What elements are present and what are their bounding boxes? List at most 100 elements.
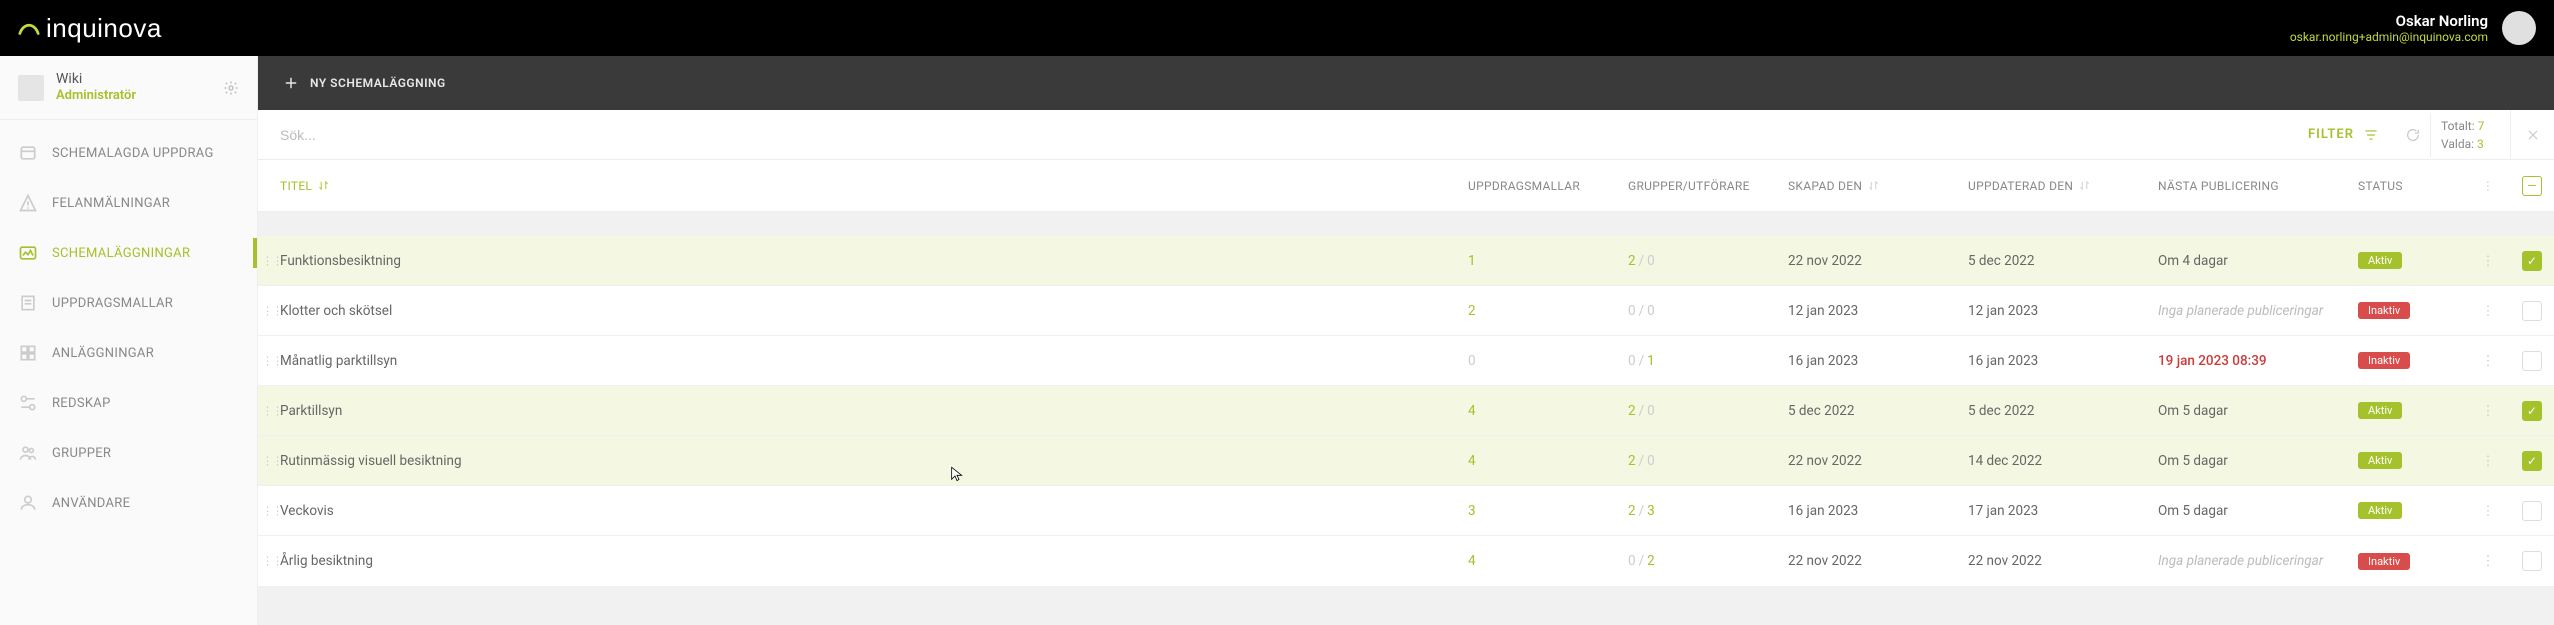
refresh-icon[interactable] bbox=[2396, 127, 2430, 143]
nav: SCHEMALAGDA UPPDRAGFELANMÄLNINGAR SCHEMAL… bbox=[0, 120, 257, 528]
user-email: oskar.norling+admin@inquinova.com bbox=[2290, 30, 2488, 44]
sidebar-item-label: SCHEMALÄGGNINGAR bbox=[52, 246, 190, 261]
sidebar: Wiki Administratör SCHEMALAGDA UPPDRAGFE… bbox=[0, 56, 258, 625]
search-input[interactable] bbox=[280, 127, 2290, 143]
nav-icon bbox=[18, 393, 38, 413]
row-menu-icon[interactable]: ⋮ bbox=[2466, 303, 2510, 319]
cell-next: 19 jan 2023 08:39 bbox=[2158, 353, 2267, 369]
table-row[interactable]: ⋮⋮Rutinmässig visuell besiktning42/022 n… bbox=[258, 436, 2554, 486]
header-menu[interactable]: ⋮ bbox=[2466, 179, 2510, 193]
table-header: TITEL UPPDRAGSMALLAR GRUPPER/UTFÖRARE SK… bbox=[258, 160, 2554, 212]
nav-icon bbox=[18, 343, 38, 363]
cell-created: 12 jan 2023 bbox=[1778, 303, 1958, 319]
row-menu-icon[interactable]: ⋮ bbox=[2466, 403, 2510, 419]
table-row[interactable]: ⋮⋮Årlig besiktning40/222 nov 202222 nov … bbox=[258, 536, 2554, 586]
sidebar-item-1[interactable]: FELANMÄLNINGAR bbox=[0, 178, 257, 228]
user-menu[interactable]: Oskar Norling oskar.norling+admin@inquin… bbox=[2290, 11, 2536, 45]
row-checkbox[interactable]: ✓ bbox=[2522, 451, 2542, 471]
row-checkbox[interactable] bbox=[2522, 301, 2542, 321]
cell-created: 5 dec 2022 bbox=[1778, 403, 1958, 419]
cell-templates: 4 bbox=[1468, 553, 1476, 569]
cell-groups: 0/1 bbox=[1618, 353, 1778, 369]
cell-next: Om 5 dagar bbox=[2158, 403, 2228, 419]
user-name: Oskar Norling bbox=[2290, 12, 2488, 30]
status-badge: Inaktiv bbox=[2358, 352, 2410, 369]
sidebar-item-3[interactable]: UPPDRAGSMALLAR bbox=[0, 278, 257, 328]
sidebar-item-label: GRUPPER bbox=[52, 446, 111, 461]
selected-label: Valda: bbox=[2441, 137, 2474, 151]
drag-handle-icon[interactable]: ⋮⋮ bbox=[262, 555, 274, 568]
sidebar-item-7[interactable]: ANVÄNDARE bbox=[0, 478, 257, 528]
row-checkbox[interactable] bbox=[2522, 551, 2542, 571]
drag-handle-icon[interactable]: ⋮⋮ bbox=[262, 304, 274, 317]
status-badge: Aktiv bbox=[2358, 452, 2402, 469]
sidebar-item-6[interactable]: GRUPPER bbox=[0, 428, 257, 478]
row-checkbox[interactable]: ✓ bbox=[2522, 401, 2542, 421]
cell-updated: 5 dec 2022 bbox=[1958, 403, 2148, 419]
cell-templates: 2 bbox=[1468, 303, 1476, 319]
nav-icon bbox=[18, 493, 38, 513]
nav-icon bbox=[18, 143, 38, 163]
row-menu-icon[interactable]: ⋮ bbox=[2466, 253, 2510, 269]
gear-icon[interactable] bbox=[223, 80, 239, 96]
header-updated[interactable]: UPPDATERAD DEN bbox=[1958, 179, 2148, 193]
nav-icon bbox=[18, 293, 38, 313]
drag-handle-icon[interactable]: ⋮⋮ bbox=[262, 404, 274, 417]
row-checkbox[interactable] bbox=[2522, 501, 2542, 521]
sidebar-item-label: ANLÄGGNINGAR bbox=[52, 346, 154, 361]
header-select-all[interactable]: — bbox=[2510, 176, 2554, 196]
row-menu-icon[interactable]: ⋮ bbox=[2466, 553, 2510, 569]
table-row[interactable]: ⋮⋮Månatlig parktillsyn00/116 jan 202316 … bbox=[258, 336, 2554, 386]
drag-handle-icon[interactable]: ⋮⋮ bbox=[262, 254, 274, 267]
cell-updated: 5 dec 2022 bbox=[1958, 253, 2148, 269]
sidebar-header[interactable]: Wiki Administratör bbox=[0, 56, 257, 120]
header-status[interactable]: STATUS bbox=[2348, 179, 2466, 193]
drag-handle-icon[interactable]: ⋮⋮ bbox=[262, 454, 274, 467]
sort-icon bbox=[318, 180, 329, 191]
drag-handle-icon[interactable]: ⋮⋮ bbox=[262, 354, 274, 367]
workspace-thumb bbox=[18, 75, 44, 101]
close-icon[interactable] bbox=[2510, 110, 2554, 159]
filter-button[interactable]: FILTER bbox=[2290, 127, 2396, 142]
sidebar-item-5[interactable]: REDSKAP bbox=[0, 378, 257, 428]
cell-created: 16 jan 2023 bbox=[1778, 503, 1958, 519]
table-row[interactable]: ⋮⋮Veckovis32/316 jan 202317 jan 2023Om 5… bbox=[258, 486, 2554, 536]
table-row[interactable]: ⋮⋮Klotter och skötsel20/012 jan 202312 j… bbox=[258, 286, 2554, 336]
row-checkbox[interactable] bbox=[2522, 351, 2542, 371]
cell-templates: 4 bbox=[1468, 403, 1476, 419]
header-groups[interactable]: GRUPPER/UTFÖRARE bbox=[1618, 179, 1778, 193]
row-menu-icon[interactable]: ⋮ bbox=[2466, 353, 2510, 369]
cell-templates: 0 bbox=[1468, 353, 1476, 369]
cell-updated: 14 dec 2022 bbox=[1958, 453, 2148, 469]
sidebar-item-4[interactable]: ANLÄGGNINGAR bbox=[0, 328, 257, 378]
avatar[interactable] bbox=[2502, 11, 2536, 45]
row-menu-icon[interactable]: ⋮ bbox=[2466, 503, 2510, 519]
header-created[interactable]: SKAPAD DEN bbox=[1778, 179, 1958, 193]
brand-logo[interactable]: inquinova bbox=[18, 13, 162, 44]
cell-title: Funktionsbesiktning bbox=[258, 253, 1458, 269]
total-label: Totalt: bbox=[2441, 119, 2475, 133]
cell-next: Om 5 dagar bbox=[2158, 453, 2228, 469]
cell-next: Inga planerade publiceringar bbox=[2158, 553, 2323, 569]
status-badge: Aktiv bbox=[2358, 502, 2402, 519]
header-next[interactable]: NÄSTA PUBLICERING bbox=[2148, 179, 2348, 193]
row-checkbox[interactable]: ✓ bbox=[2522, 251, 2542, 271]
cell-groups: 2/0 bbox=[1618, 453, 1778, 469]
sidebar-item-2[interactable]: SCHEMALÄGGNINGAR bbox=[0, 228, 257, 278]
drag-handle-icon[interactable]: ⋮⋮ bbox=[262, 504, 274, 517]
sidebar-item-0[interactable]: SCHEMALAGDA UPPDRAG bbox=[0, 128, 257, 178]
plus-icon bbox=[284, 76, 298, 90]
filter-label: FILTER bbox=[2308, 127, 2354, 142]
table-row[interactable]: ⋮⋮Funktionsbesiktning12/022 nov 20225 de… bbox=[258, 236, 2554, 286]
cell-updated: 17 jan 2023 bbox=[1958, 503, 2148, 519]
filter-icon bbox=[2364, 128, 2378, 142]
table-row[interactable]: ⋮⋮Parktillsyn42/05 dec 20225 dec 2022Om … bbox=[258, 386, 2554, 436]
new-schedule-button[interactable]: NY SCHEMALÄGGNING bbox=[284, 76, 446, 90]
actionbar: NY SCHEMALÄGGNING bbox=[258, 56, 2554, 110]
sidebar-item-label: REDSKAP bbox=[52, 396, 111, 411]
cell-groups: 0/0 bbox=[1618, 303, 1778, 319]
row-menu-icon[interactable]: ⋮ bbox=[2466, 453, 2510, 469]
header-titel[interactable]: TITEL bbox=[258, 179, 1458, 193]
cell-created: 22 nov 2022 bbox=[1778, 253, 1958, 269]
header-templates[interactable]: UPPDRAGSMALLAR bbox=[1458, 179, 1618, 193]
